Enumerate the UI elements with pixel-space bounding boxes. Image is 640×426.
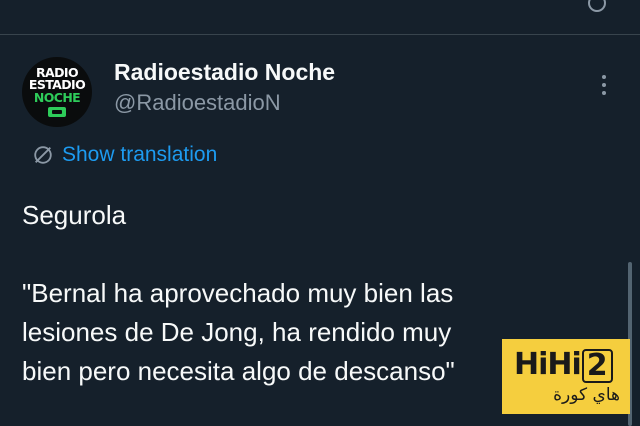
top-bar [0,0,640,35]
settings-icon[interactable] [588,0,606,12]
avatar[interactable]: RADIO ESTADIO NOCHE [22,57,92,127]
watermark-logo: HiHi 2 هاي كورة [502,339,630,414]
more-vertical-icon [602,75,606,79]
show-translation-link[interactable]: Show translation [32,143,217,167]
more-options-button[interactable] [594,70,614,100]
tweet-text-line: "Bernal ha aprovechado muy bien las [22,278,454,308]
translate-globe-icon [34,146,52,164]
watermark-arabic-text: هاي كورة [553,385,620,405]
author-display-name[interactable]: Radioestadio Noche [114,59,335,86]
tweet-text-line: Segurola [22,200,127,230]
avatar-logo-line-3: NOCHE [33,89,81,105]
tweet-text-line [22,235,622,274]
watermark-brand-number: 2 [581,349,613,383]
watermark-brand: HiHi 2 [514,347,613,383]
watermark-brand-text: HiHi [514,347,582,382]
avatar-radio-icon [48,107,66,118]
author-handle[interactable]: @RadioestadioN [114,90,281,116]
show-translation-label: Show translation [62,143,218,166]
